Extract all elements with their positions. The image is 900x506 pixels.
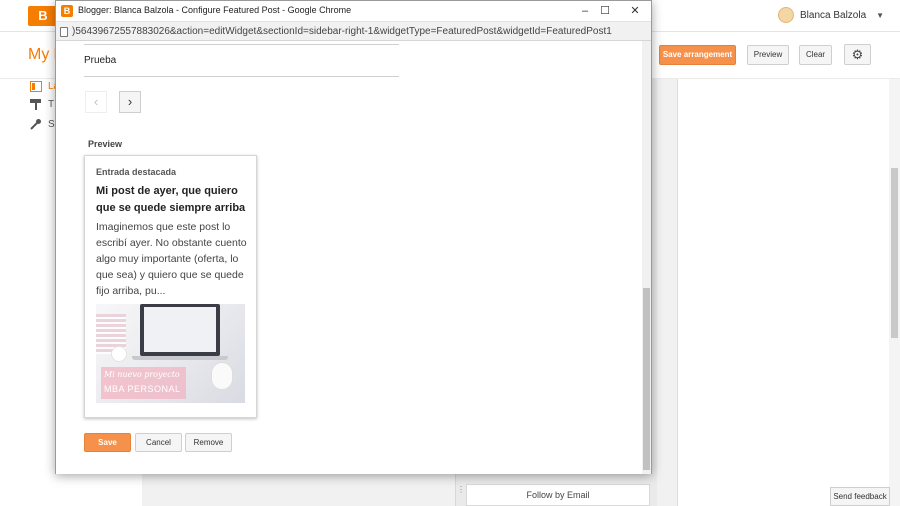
- caret-down-icon: ▼: [876, 10, 885, 20]
- post-snippet: Imaginemos que este post lo escribí ayer…: [96, 221, 247, 297]
- blogger-logo[interactable]: B: [28, 6, 58, 26]
- user-name: Blanca Balzola: [800, 9, 867, 21]
- selected-post-value: Prueba: [84, 55, 117, 66]
- preview-button[interactable]: Preview: [747, 45, 789, 65]
- mouse-image: [211, 362, 233, 390]
- configure-featured-post-window: B Blogger: Blanca Balzola - Configure Fe…: [55, 0, 652, 474]
- divider: [84, 44, 399, 45]
- sidebar-item-theme[interactable]: T: [30, 99, 54, 110]
- settings-gear-button[interactable]: ⚙: [844, 44, 871, 65]
- remove-button[interactable]: Remove: [185, 433, 232, 452]
- featured-post-preview-card: Entrada destacada Mi post de ayer, que q…: [84, 155, 257, 418]
- clear-button[interactable]: Clear: [799, 45, 832, 65]
- post-thumbnail: Mi nuevo proyecto MBA PERSONAL: [96, 304, 245, 403]
- maximize-icon[interactable]: ☐: [597, 3, 613, 19]
- layout-icon: [30, 81, 42, 92]
- theme-roller-icon: [30, 99, 41, 110]
- popup-scrollbar-thumb[interactable]: [643, 288, 650, 470]
- widget-config-content: Prueba ‹ › Preview Entrada destacada Mi …: [56, 41, 651, 474]
- user-menu[interactable]: Blanca Balzola ▼: [778, 7, 884, 23]
- gear-icon: ⚙: [851, 47, 864, 62]
- window-titlebar[interactable]: B Blogger: Blanca Balzola - Configure Fe…: [56, 1, 651, 21]
- drag-handle-icon[interactable]: ⋮: [457, 486, 465, 506]
- avatar: [778, 7, 794, 23]
- wrench-icon: [30, 119, 41, 130]
- previous-button[interactable]: ‹: [85, 91, 107, 113]
- cancel-button[interactable]: Cancel: [135, 433, 182, 452]
- laptop-screen-image: [144, 307, 216, 352]
- cup-image: [111, 346, 127, 362]
- sidebar-item-label: T: [48, 99, 55, 110]
- chevron-left-icon: ‹: [93, 94, 99, 109]
- page-icon: [60, 27, 68, 37]
- save-arrangement-button[interactable]: Save arrangement: [659, 45, 736, 65]
- sidebar-item-settings[interactable]: S: [30, 119, 55, 130]
- next-button[interactable]: ›: [119, 91, 141, 113]
- blogger-favicon-icon: B: [61, 5, 73, 17]
- widget-follow-by-email[interactable]: Follow by Email: [466, 484, 650, 506]
- minimize-icon[interactable]: –: [577, 3, 593, 19]
- address-bar[interactable]: )56439672557883026&action=editWidget&sec…: [56, 21, 651, 41]
- url-text[interactable]: )56439672557883026&action=editWidget&sec…: [72, 26, 648, 37]
- preview-label: Preview: [88, 139, 123, 149]
- image-script-text: Mi nuevo proyecto: [104, 370, 180, 379]
- right-panel: [677, 79, 900, 506]
- card-heading: Entrada destacada: [96, 167, 177, 177]
- divider: [84, 76, 399, 77]
- send-feedback-button[interactable]: Send feedback: [830, 487, 890, 506]
- chevron-right-icon: ›: [127, 94, 133, 109]
- post-title[interactable]: Mi post de ayer, que quiero que se quede…: [96, 183, 251, 217]
- close-icon[interactable]: ✕: [627, 3, 643, 19]
- laptop-base-image: [132, 356, 228, 360]
- image-caption-text: MBA PERSONAL: [104, 384, 181, 394]
- window-title: Blogger: Blanca Balzola - Configure Feat…: [78, 5, 352, 15]
- page-scrollbar-thumb[interactable]: [891, 168, 898, 338]
- save-button[interactable]: Save: [84, 433, 131, 452]
- sidebar-item-label: S: [48, 119, 55, 130]
